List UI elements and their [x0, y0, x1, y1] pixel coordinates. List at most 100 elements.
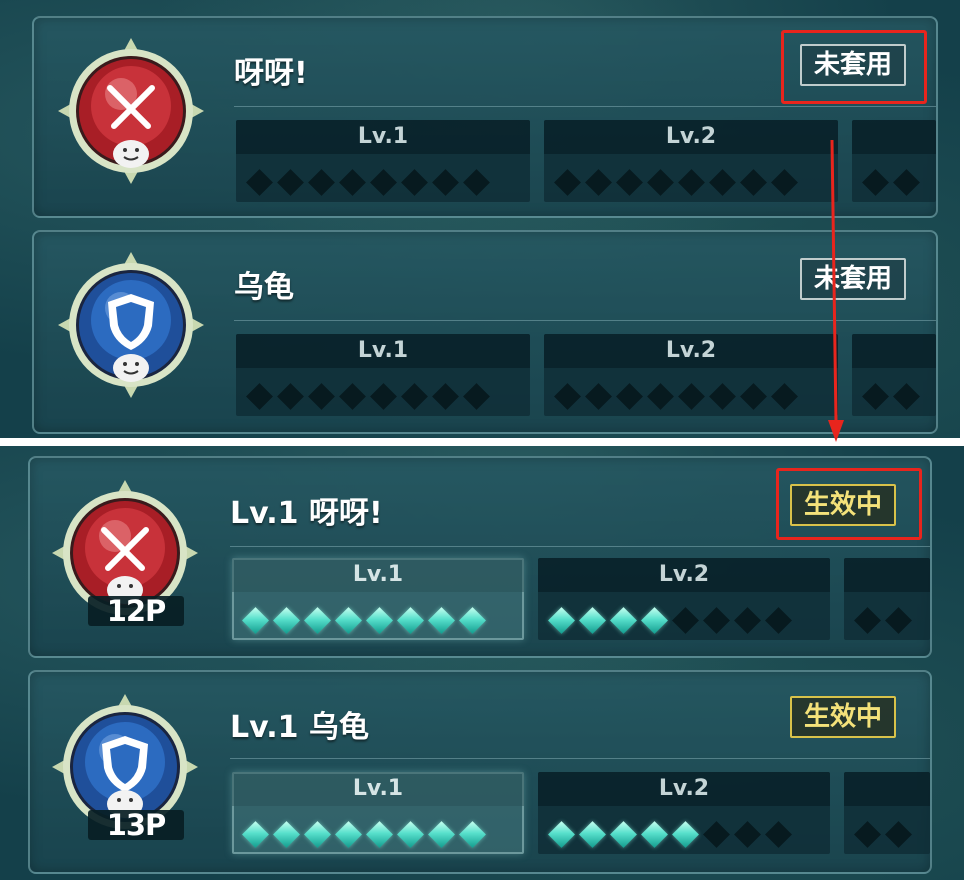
level-label: Lv.1 [232, 772, 524, 806]
gem-empty [554, 168, 581, 196]
level-label: Lv.1 [236, 120, 530, 154]
gem-row [548, 606, 800, 634]
divider [234, 106, 936, 107]
level-label [844, 772, 930, 806]
gem-filled [672, 820, 699, 848]
gem-empty [647, 168, 674, 196]
screenshot-separator [0, 438, 964, 446]
level-label: Lv.2 [538, 558, 830, 592]
gem-empty [277, 168, 304, 196]
gem-empty [616, 168, 643, 196]
gem-empty [463, 382, 490, 410]
after-screenshot: 12P Lv.1 呀呀! 生效中 Lv.1 Lv.2 13P Lv.1 乌龟 生… [0, 446, 964, 880]
skill-title: 乌龟 [234, 270, 294, 305]
level-label: Lv.2 [538, 772, 830, 806]
gem [893, 382, 920, 410]
gem [862, 168, 889, 196]
gem-empty [765, 606, 792, 634]
gem-filled [548, 606, 575, 634]
gem-empty [432, 168, 459, 196]
annotation-highlight-box [781, 30, 927, 104]
gem [893, 168, 920, 196]
gem-filled [579, 820, 606, 848]
gem-empty [370, 382, 397, 410]
gem-empty [554, 382, 581, 410]
gem-empty [678, 382, 705, 410]
level-box-lv3-partial [844, 772, 930, 854]
gem-filled [366, 606, 393, 634]
gem-empty [370, 168, 397, 196]
gem-empty [703, 606, 730, 634]
divider [234, 320, 936, 321]
gem-row [862, 168, 928, 196]
gem-row [246, 168, 498, 196]
level-label: Lv.2 [544, 120, 838, 154]
gem-row [554, 168, 806, 196]
gem-empty [740, 168, 767, 196]
gem-filled [304, 820, 331, 848]
divider [230, 758, 930, 759]
gem-filled [610, 606, 637, 634]
status-button[interactable]: 生效中 [790, 696, 897, 738]
gem-empty [585, 168, 612, 196]
level-box-lv2: Lv.2 [538, 558, 830, 640]
gem-row [242, 606, 494, 634]
gem-empty [585, 382, 612, 410]
divider [230, 546, 930, 547]
gem-filled [304, 606, 331, 634]
level-label [852, 120, 936, 154]
gem-empty [401, 382, 428, 410]
gem-filled [397, 606, 424, 634]
gem-empty [277, 382, 304, 410]
gem-filled [242, 820, 269, 848]
gem-empty [709, 168, 736, 196]
points-label: 12P [88, 596, 184, 626]
level-box-lv3-partial [844, 558, 930, 640]
level-label: Lv.2 [544, 334, 838, 368]
status-button[interactable]: 未套用 [800, 258, 907, 300]
shield-icon [58, 252, 204, 398]
level-box-lv1: Lv.1 [232, 772, 524, 854]
points-label: 13P [88, 810, 184, 840]
level-label [844, 558, 930, 592]
gem [862, 382, 889, 410]
gem-filled [610, 820, 637, 848]
gem-filled [459, 820, 486, 848]
gem-empty [432, 382, 459, 410]
level-label [852, 334, 936, 368]
gem-empty [678, 168, 705, 196]
level-box-lv2: Lv.2 [544, 334, 838, 416]
level-box-lv1: Lv.1 [236, 120, 530, 202]
gem-row [862, 382, 928, 410]
gem-filled [641, 820, 668, 848]
skill-badge [56, 250, 206, 400]
gem-empty [740, 382, 767, 410]
gem-empty [308, 168, 335, 196]
gem-filled [428, 606, 455, 634]
gem-empty [647, 382, 674, 410]
gem-empty [339, 168, 366, 196]
gem-empty [734, 820, 761, 848]
level-box-lv3-partial [852, 334, 936, 416]
gem-filled [397, 820, 424, 848]
gem-row [246, 382, 498, 410]
skill-badge: 12P [50, 478, 200, 628]
gem-filled [548, 820, 575, 848]
gem-empty [401, 168, 428, 196]
skill-title: Lv.1 乌龟 [230, 710, 369, 745]
level-box-lv2: Lv.2 [544, 120, 838, 202]
gem-empty [246, 168, 273, 196]
gem-empty [246, 382, 273, 410]
before-screenshot: 呀呀! 未套用 Lv.1 Lv.2 乌龟 未套用 Lv.1 Lv.2 [0, 0, 960, 438]
annotation-highlight-box [776, 468, 922, 540]
gem-empty [308, 382, 335, 410]
gem-filled [273, 606, 300, 634]
gem-empty [765, 820, 792, 848]
skill-card-turtle: 乌龟 未套用 Lv.1 Lv.2 [32, 230, 938, 434]
gem-empty [463, 168, 490, 196]
gem-row [854, 820, 920, 848]
level-label: Lv.1 [232, 558, 524, 592]
gem [885, 606, 912, 634]
crossed-swords-icon [58, 38, 204, 184]
level-label: Lv.1 [236, 334, 530, 368]
